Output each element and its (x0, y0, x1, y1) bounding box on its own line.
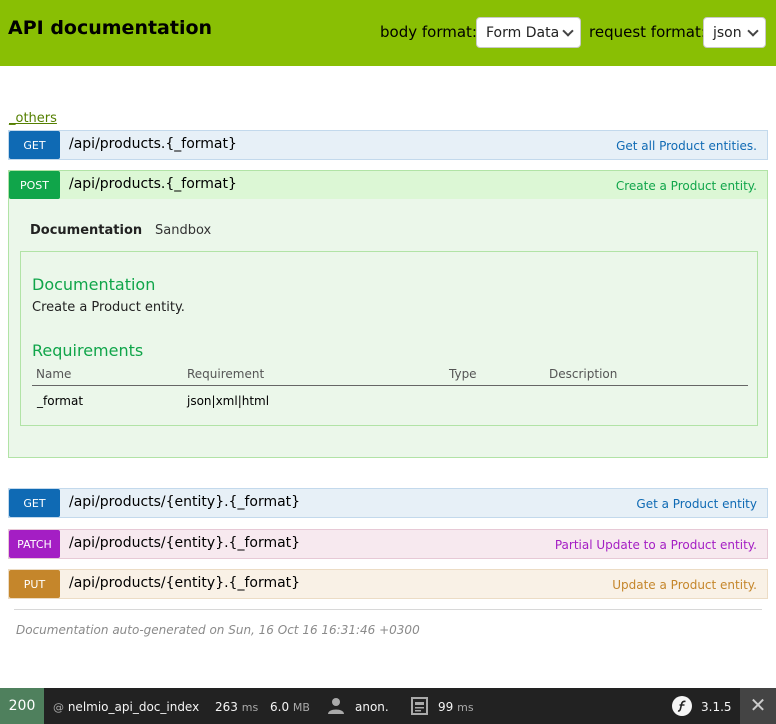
memory-value: 6.0 (270, 700, 290, 714)
requirement-name-cell: _format (37, 394, 84, 408)
column-header-description: Description (549, 367, 618, 381)
user-name[interactable]: anon. (355, 700, 389, 714)
tab-documentation[interactable]: Documentation (30, 223, 142, 238)
footer-divider (14, 609, 762, 610)
documentation-content: Documentation Create a Product entity. R… (20, 251, 758, 426)
tab-sandbox[interactable]: Sandbox (155, 223, 211, 238)
request-time[interactable]: 263 ms (215, 700, 258, 714)
status-code-badge[interactable]: 200 (0, 688, 44, 724)
page-title: API documentation (8, 17, 213, 39)
db-time[interactable]: 99 ms (438, 700, 474, 714)
symfony-version[interactable]: 3.1.5 (701, 700, 732, 714)
time-value: 263 (215, 700, 238, 714)
method-badge[interactable]: POST (9, 171, 60, 199)
endpoint-description[interactable]: Update a Product entity. (612, 578, 757, 592)
endpoint-detail-panel: Documentation Sandbox Documentation Crea… (8, 199, 768, 458)
method-badge[interactable]: GET (9, 131, 60, 159)
section-link-others[interactable]: _others (9, 111, 57, 126)
documentation-heading: Documentation (32, 275, 156, 294)
endpoint-row[interactable]: PATCH /api/products/{entity}.{_format} P… (8, 529, 768, 559)
user-icon[interactable] (327, 697, 345, 715)
endpoint-path[interactable]: /api/products.{_format} (69, 136, 237, 152)
method-badge[interactable]: GET (9, 489, 60, 517)
endpoint-description[interactable]: Get a Product entity (636, 497, 757, 511)
app-header: API documentation body format: Form Data… (0, 0, 776, 66)
document-icon[interactable] (411, 697, 428, 715)
db-time-unit: ms (457, 701, 474, 714)
endpoint-row[interactable]: PUT /api/products/{entity}.{_format} Upd… (8, 569, 768, 599)
body-format-label: body format: (380, 23, 477, 41)
db-time-value: 99 (438, 700, 454, 714)
endpoint-row[interactable]: GET /api/products/{entity}.{_format} Get… (8, 488, 768, 518)
endpoint-description[interactable]: Get all Product entities. (616, 139, 757, 153)
request-format-label: request format: (589, 23, 706, 41)
route-prefix: @ (53, 701, 64, 714)
route-name: nelmio_api_doc_index (67, 700, 200, 714)
memory-usage[interactable]: 6.0 MB (270, 700, 310, 714)
memory-unit: MB (292, 701, 310, 714)
requirements-heading: Requirements (32, 341, 144, 360)
body-format-value: Form Data (486, 25, 560, 41)
generated-timestamp-note: Documentation auto-generated on Sun, 16 … (16, 623, 420, 637)
method-badge[interactable]: PATCH (9, 530, 60, 558)
column-header-name: Name (36, 367, 72, 381)
requirement-value-cell: json|xml|html (187, 394, 270, 408)
endpoint-description[interactable]: Create a Product entity. (616, 179, 757, 193)
endpoint-path[interactable]: /api/products/{entity}.{_format} (69, 535, 300, 551)
endpoint-description[interactable]: Partial Update to a Product entity. (555, 538, 757, 552)
symfony-logo-icon[interactable] (671, 695, 693, 717)
table-header-divider (32, 385, 748, 386)
body-format-select[interactable]: Form Data (476, 17, 581, 48)
time-unit: ms (241, 701, 259, 714)
endpoint-row[interactable]: GET /api/products.{_format} Get all Prod… (8, 130, 768, 160)
column-header-requirement: Requirement (187, 367, 265, 381)
chevron-down-icon (562, 25, 574, 37)
route-info[interactable]: @ nelmio_api_doc_index (53, 700, 199, 714)
documentation-text: Create a Product entity. (32, 300, 185, 315)
close-icon[interactable]: ✕ (740, 688, 776, 724)
chevron-down-icon (747, 25, 759, 37)
endpoint-path[interactable]: /api/products/{entity}.{_format} (69, 494, 300, 510)
endpoint-path[interactable]: /api/products/{entity}.{_format} (69, 575, 300, 591)
request-format-value: json (713, 25, 742, 41)
method-badge[interactable]: PUT (9, 570, 60, 598)
debug-toolbar: 200 @ nelmio_api_doc_index 263 ms 6.0 MB… (0, 688, 776, 724)
request-format-select[interactable]: json (703, 17, 766, 48)
column-header-type: Type (449, 367, 477, 381)
endpoint-path[interactable]: /api/products.{_format} (69, 176, 237, 192)
endpoint-row[interactable]: POST /api/products.{_format} Create a Pr… (8, 170, 768, 200)
